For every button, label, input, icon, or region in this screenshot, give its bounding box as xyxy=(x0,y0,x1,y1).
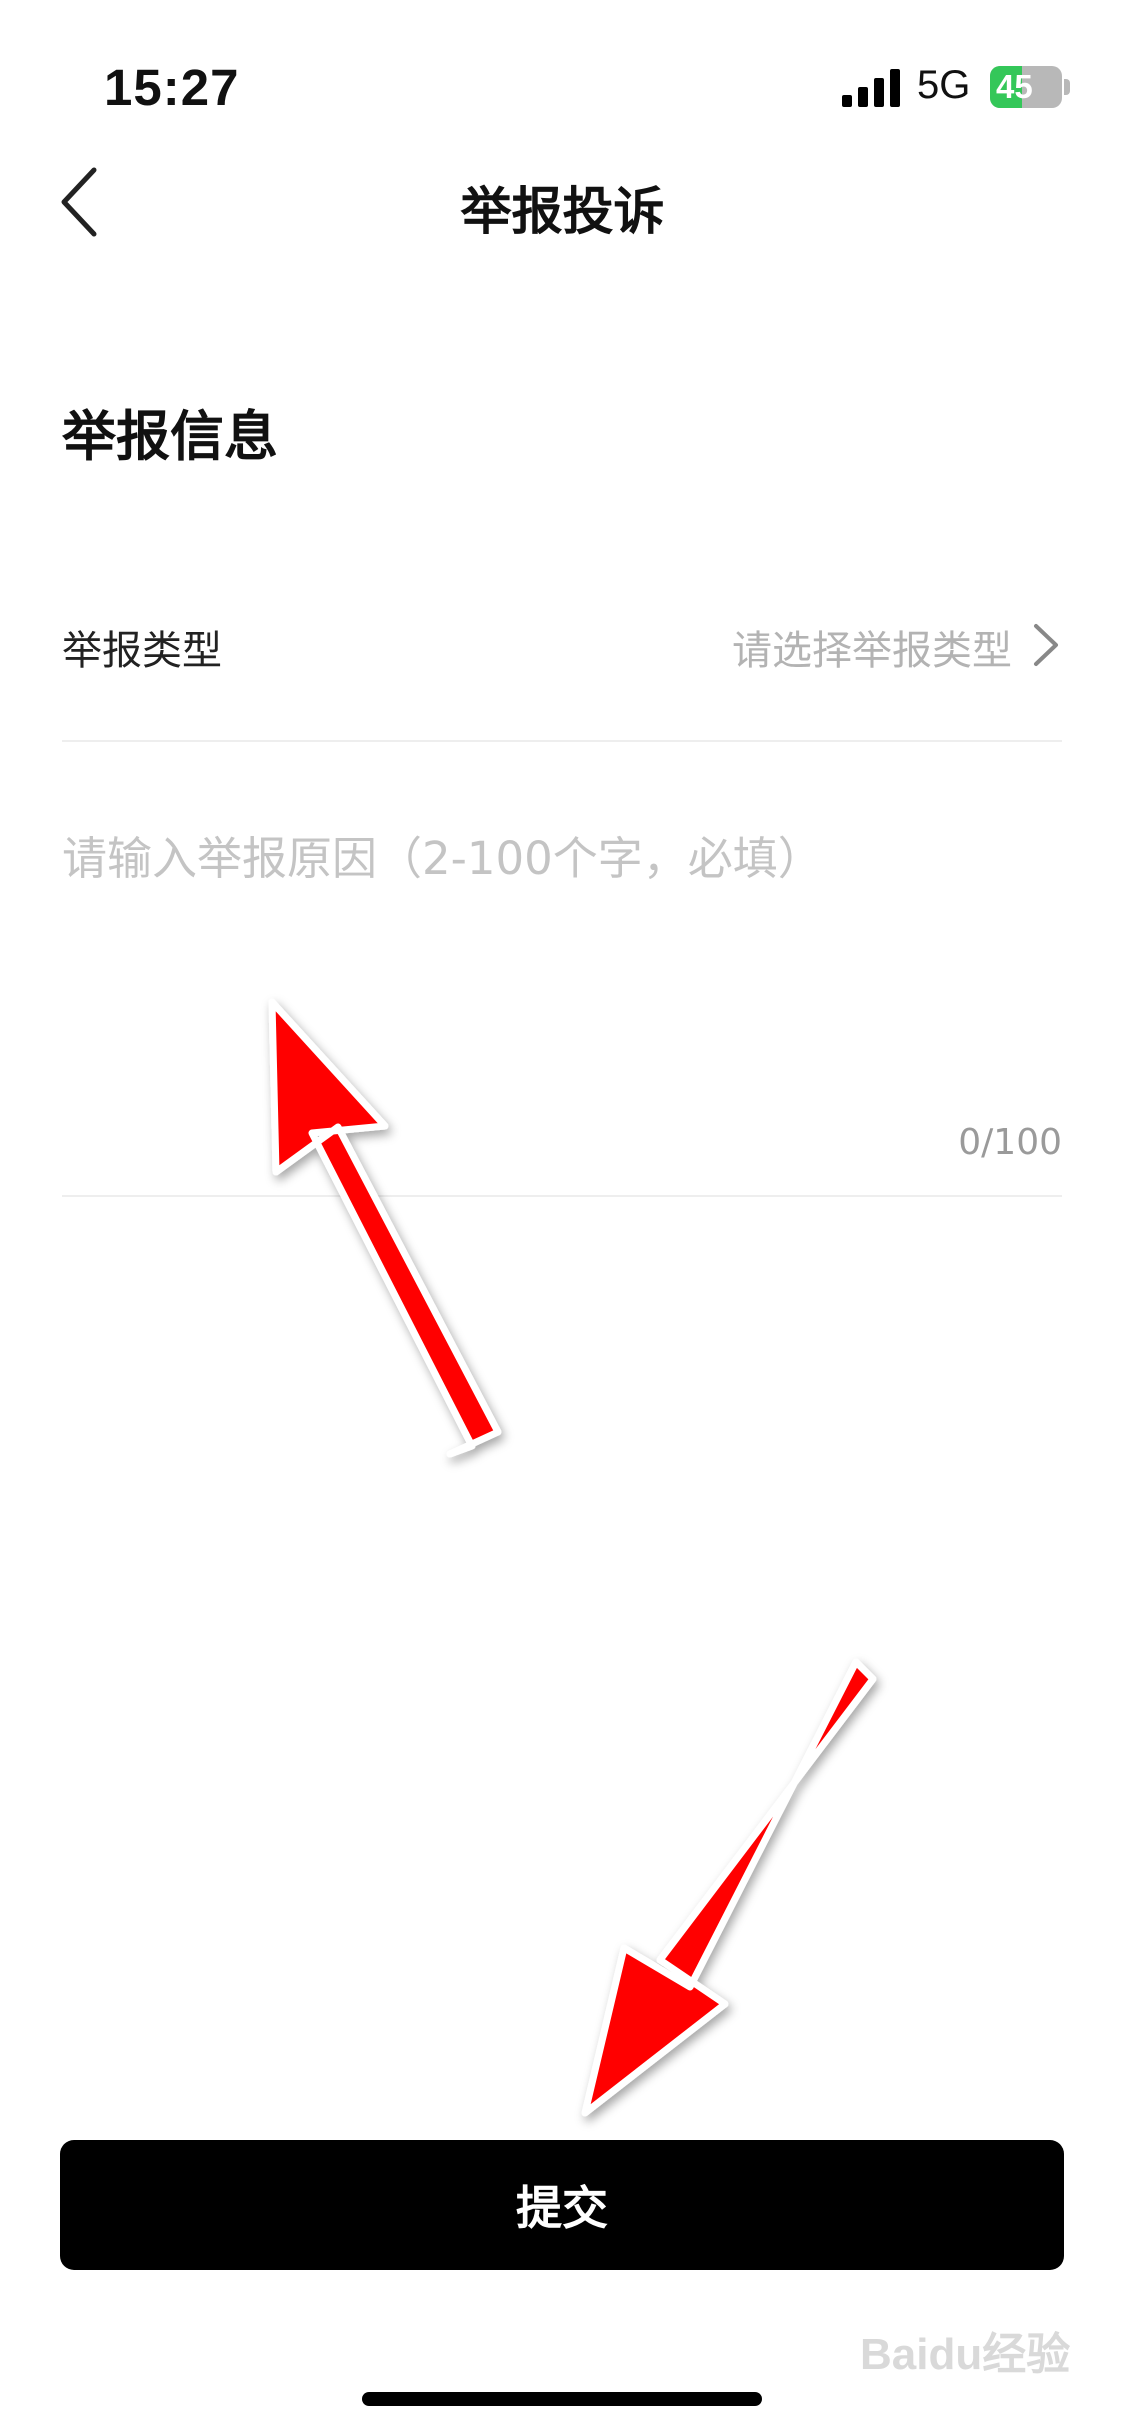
report-type-value: 请选择举报类型 xyxy=(732,628,1012,674)
arrow-down-icon xyxy=(581,1658,877,2117)
status-time: 15:27 xyxy=(104,59,240,116)
home-indicator xyxy=(362,2392,762,2406)
battery-icon: 45 xyxy=(990,66,1070,108)
page-title: 举报投诉 xyxy=(460,183,665,242)
signal-icon xyxy=(842,69,900,107)
section-title: 举报信息 xyxy=(62,405,278,468)
reason-area: 0/100 xyxy=(62,742,1062,1197)
report-type-row[interactable]: 举报类型 请选择举报类型 xyxy=(62,590,1062,742)
battery-level: 45 xyxy=(996,68,1033,105)
report-type-label: 举报类型 xyxy=(62,628,222,674)
chevron-left-icon[interactable] xyxy=(50,162,120,242)
nav-bar: 举报投诉 xyxy=(0,150,1125,250)
char-count: 0/100 xyxy=(958,1122,1062,1163)
annotation-arrows xyxy=(268,998,877,2117)
status-bar: 15:27 5G 45 xyxy=(0,0,1125,150)
submit-button[interactable]: 提交 xyxy=(60,2140,1064,2270)
reason-input[interactable] xyxy=(62,822,1062,1082)
chevron-right-icon xyxy=(1034,624,1058,666)
network-type: 5G xyxy=(917,63,971,107)
watermark: Baidu经验 xyxy=(860,2330,1071,2379)
